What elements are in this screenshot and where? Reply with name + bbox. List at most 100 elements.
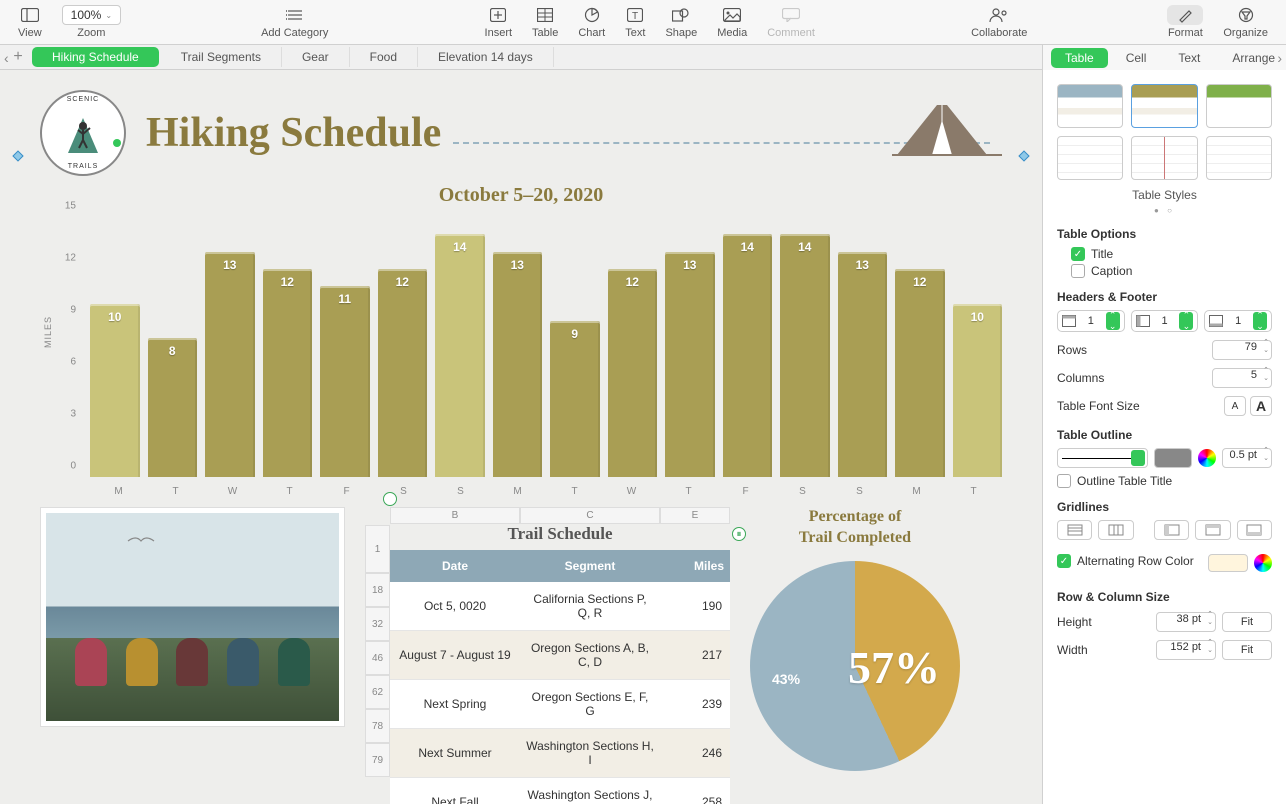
row-header[interactable]: 1 xyxy=(365,525,390,573)
table-button[interactable]: Table xyxy=(532,5,558,39)
bar[interactable]: 14 xyxy=(435,234,485,477)
gridlines-btn-2[interactable] xyxy=(1098,520,1133,540)
table-cell[interactable]: Washington Sections H, I xyxy=(520,729,660,778)
alt-color-row[interactable]: ✓Alternating Row Color xyxy=(1057,554,1194,568)
table-row[interactable]: Next FallWashington Sections J, K, L258 xyxy=(390,778,730,804)
bar[interactable]: 8 xyxy=(148,338,198,477)
row-header[interactable]: 32 xyxy=(365,607,390,641)
bar[interactable]: 10 xyxy=(953,304,1003,477)
table-cell[interactable]: 258 xyxy=(660,778,730,804)
bar[interactable]: 13 xyxy=(838,252,888,477)
canvas[interactable]: SCENIC TRAILS Hiking Schedule October 5–… xyxy=(0,70,1042,804)
table-style-6[interactable] xyxy=(1206,136,1272,180)
outline-color[interactable] xyxy=(1154,448,1192,468)
inspector-tab-table[interactable]: Table xyxy=(1051,48,1108,68)
table-cell[interactable]: Oregon Sections A, B, C, D xyxy=(520,631,660,680)
table-header[interactable]: Segment xyxy=(520,550,660,582)
width-field[interactable]: 152 pt xyxy=(1156,640,1216,660)
table-handle-pause[interactable]: ⏸ xyxy=(732,527,746,541)
fit-height-button[interactable]: Fit xyxy=(1222,612,1272,632)
collaborate-button[interactable]: Collaborate xyxy=(971,5,1027,39)
bar[interactable]: 13 xyxy=(493,252,543,477)
font-smaller-button[interactable]: A xyxy=(1224,396,1246,416)
inspector-tab-cell[interactable]: Cell xyxy=(1112,48,1161,68)
row-header[interactable]: 46 xyxy=(365,641,390,675)
trail-table[interactable]: DateSegmentMiles Oct 5, 0020California S… xyxy=(390,550,730,804)
rows-field[interactable]: 79 xyxy=(1212,340,1272,360)
table-cell[interactable]: California Sections P, Q, R xyxy=(520,582,660,631)
fit-width-button[interactable]: Fit xyxy=(1222,640,1272,660)
text-button[interactable]: T Text xyxy=(625,5,645,39)
bar[interactable]: 12 xyxy=(608,269,658,477)
table-row[interactable]: Oct 5, 0020California Sections P, Q, R19… xyxy=(390,582,730,631)
table-cell[interactable]: 190 xyxy=(660,582,730,631)
table-cell[interactable]: 217 xyxy=(660,631,730,680)
table-cell[interactable]: Oct 5, 0020 xyxy=(390,582,520,631)
add-category-button[interactable]: Add Category xyxy=(261,5,328,39)
inspector-tab-text[interactable]: Text xyxy=(1164,48,1214,68)
table-row[interactable]: Next SpringOregon Sections E, F, G239 xyxy=(390,680,730,729)
height-field[interactable]: 38 pt xyxy=(1156,612,1216,632)
row-header[interactable]: 78 xyxy=(365,709,390,743)
col-header[interactable]: E xyxy=(660,507,730,524)
gridlines-btn-5[interactable] xyxy=(1237,520,1272,540)
table-cell[interactable]: 246 xyxy=(660,729,730,778)
bar-chart[interactable]: MILES 03691215 1081312111214139121314141… xyxy=(40,217,1002,497)
font-larger-button[interactable]: A xyxy=(1250,396,1272,416)
outline-title-checkbox-row[interactable]: Outline Table Title xyxy=(1057,474,1272,488)
table-handle-top[interactable] xyxy=(383,492,397,506)
row-header[interactable]: 62 xyxy=(365,675,390,709)
row-header[interactable]: 79 xyxy=(365,743,390,777)
table-cell[interactable]: Next Spring xyxy=(390,680,520,729)
hf-stepper-1[interactable]: 1⌃⌄ xyxy=(1131,310,1199,332)
gridlines-btn-4[interactable] xyxy=(1195,520,1230,540)
table-style-1[interactable] xyxy=(1057,84,1123,128)
table-cell[interactable]: August 7 - August 19 xyxy=(390,631,520,680)
hf-stepper-2[interactable]: 1⌃⌄ xyxy=(1204,310,1272,332)
sheet-tab-4[interactable]: Elevation 14 days xyxy=(418,47,554,67)
style-pager[interactable]: ● ○ xyxy=(1057,206,1272,215)
bar[interactable]: 14 xyxy=(723,234,773,477)
table-style-2[interactable] xyxy=(1131,84,1197,128)
sheet-tab-1[interactable]: Trail Segments xyxy=(161,47,282,67)
table-cell[interactable]: 239 xyxy=(660,680,730,729)
table-style-3[interactable] xyxy=(1206,84,1272,128)
bar[interactable]: 13 xyxy=(205,252,255,477)
sheet-tab-2[interactable]: Gear xyxy=(282,47,350,67)
bar[interactable]: 12 xyxy=(263,269,313,477)
bar[interactable]: 9 xyxy=(550,321,600,477)
bar[interactable]: 14 xyxy=(780,234,830,477)
table-header[interactable]: Miles xyxy=(660,550,730,582)
hf-stepper-0[interactable]: 1⌃⌄ xyxy=(1057,310,1125,332)
columns-field[interactable]: 5 xyxy=(1212,368,1272,388)
sheet-tab-3[interactable]: Food xyxy=(350,47,418,67)
bar[interactable]: 10 xyxy=(90,304,140,477)
pie-chart[interactable]: Percentage ofTrail Completed 57% 43% xyxy=(750,507,960,771)
table-cell[interactable]: Oregon Sections E, F, G xyxy=(520,680,660,729)
table-style-5[interactable] xyxy=(1131,136,1197,180)
format-button[interactable]: Format xyxy=(1167,5,1203,39)
chart-button[interactable]: Chart xyxy=(578,5,605,39)
alt-color-swatch[interactable] xyxy=(1208,554,1248,572)
color-wheel-icon[interactable] xyxy=(1254,554,1272,572)
insert-button[interactable]: Insert xyxy=(485,5,513,39)
table-cell[interactable]: Washington Sections J, K, L xyxy=(520,778,660,804)
col-header[interactable]: B xyxy=(390,507,520,524)
outline-width-field[interactable]: 0.5 pt xyxy=(1222,448,1272,468)
bar[interactable]: 13 xyxy=(665,252,715,477)
zoom-select[interactable]: 100%⌄ xyxy=(62,5,121,25)
table-style-4[interactable] xyxy=(1057,136,1123,180)
table-row[interactable]: August 7 - August 19Oregon Sections A, B… xyxy=(390,631,730,680)
outline-line-select[interactable] xyxy=(1057,448,1148,468)
sheet-tab-0[interactable]: Hiking Schedule xyxy=(32,47,159,67)
color-wheel-icon[interactable] xyxy=(1198,449,1216,467)
inspector-tab-arrange[interactable]: Arrange xyxy=(1218,48,1286,68)
shape-button[interactable]: Shape xyxy=(665,5,697,39)
col-header[interactable]: C xyxy=(520,507,660,524)
organize-button[interactable]: Organize xyxy=(1223,5,1268,39)
title-checkbox-row[interactable]: ✓Title xyxy=(1071,247,1272,261)
table-row[interactable]: Next SummerWashington Sections H, I246 xyxy=(390,729,730,778)
media-button[interactable]: Media xyxy=(717,5,747,39)
table-cell[interactable]: Next Summer xyxy=(390,729,520,778)
caption-checkbox-row[interactable]: Caption xyxy=(1071,264,1272,278)
